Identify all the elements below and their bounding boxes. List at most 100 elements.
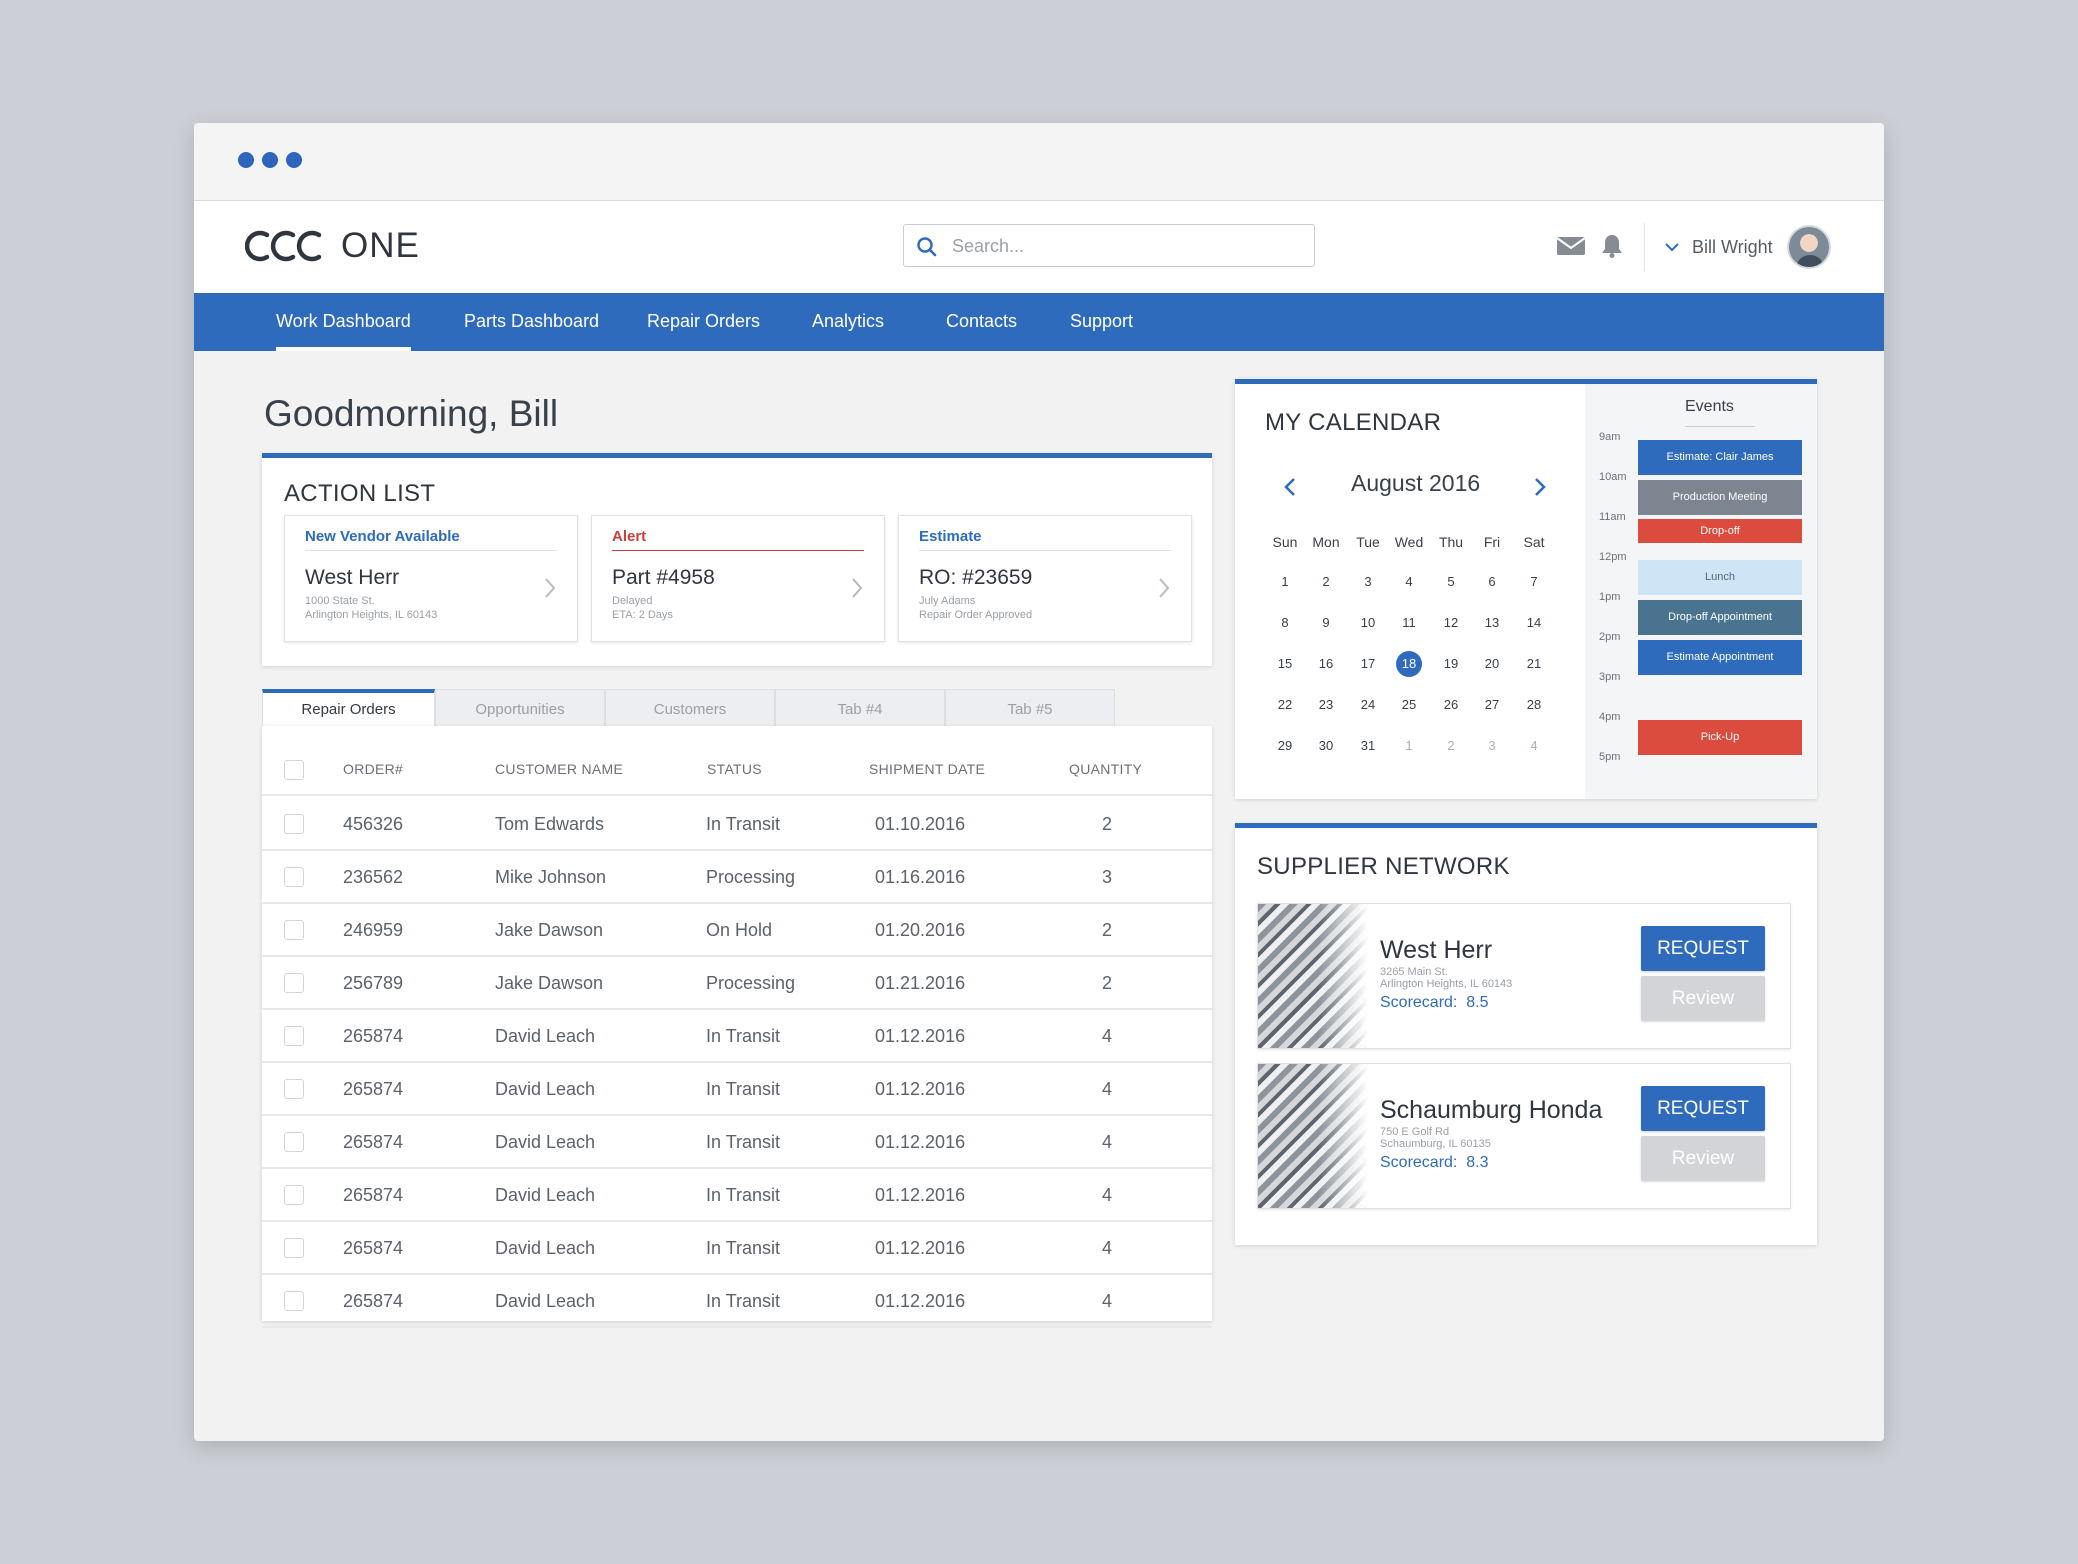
calendar-day[interactable]: 24 bbox=[1348, 697, 1388, 712]
request-button[interactable]: REQUEST bbox=[1641, 1086, 1765, 1131]
action-item-alert[interactable]: Alert Part #4958 Delayed ETA: 2 Days bbox=[591, 515, 885, 642]
calendar-event[interactable]: Estimate: Clair James bbox=[1638, 440, 1802, 475]
tab-repair-orders[interactable]: Repair Orders bbox=[262, 689, 435, 727]
chevron-left-icon[interactable] bbox=[1283, 476, 1297, 498]
nav-parts-dashboard[interactable]: Parts Dashboard bbox=[464, 293, 599, 351]
nav-analytics[interactable]: Analytics bbox=[812, 293, 884, 351]
calendar-day[interactable]: 11 bbox=[1389, 615, 1429, 630]
bell-icon[interactable] bbox=[1600, 233, 1624, 259]
table-row[interactable]: 456326 Tom Edwards In Transit 01.10.2016 2 bbox=[262, 798, 1212, 851]
logo[interactable]: ONE bbox=[245, 221, 420, 271]
action-item-vendor[interactable]: New Vendor Available West Herr 1000 Stat… bbox=[284, 515, 578, 642]
search-input[interactable] bbox=[952, 231, 1302, 261]
table-row[interactable]: 265874 David Leach In Transit 01.12.2016 4 bbox=[262, 1222, 1212, 1275]
window-dot-icon[interactable] bbox=[238, 152, 254, 168]
table-row[interactable]: 265874 David Leach In Transit 01.12.2016 4 bbox=[262, 1275, 1212, 1328]
calendar-day[interactable]: 28 bbox=[1514, 697, 1554, 712]
review-button[interactable]: Review bbox=[1641, 976, 1765, 1021]
window-dot-icon[interactable] bbox=[262, 152, 278, 168]
calendar-day[interactable]: 17 bbox=[1348, 656, 1388, 671]
calendar-day[interactable]: 7 bbox=[1514, 574, 1554, 589]
calendar-event[interactable]: Lunch bbox=[1638, 560, 1802, 595]
tab-opportunities[interactable]: Opportunities bbox=[435, 689, 605, 727]
calendar-event[interactable]: Drop-off Appointment bbox=[1638, 600, 1802, 635]
calendar-day[interactable]: 21 bbox=[1514, 656, 1554, 671]
calendar-day[interactable]: 4 bbox=[1389, 574, 1429, 589]
nav-contacts[interactable]: Contacts bbox=[946, 293, 1017, 351]
calendar-day[interactable]: 15 bbox=[1265, 656, 1305, 671]
row-checkbox[interactable] bbox=[284, 1079, 304, 1099]
calendar-day[interactable]: 25 bbox=[1389, 697, 1429, 712]
calendar-event[interactable]: Production Meeting bbox=[1638, 480, 1802, 515]
calendar-day[interactable]: 5 bbox=[1431, 574, 1471, 589]
nav-repair-orders[interactable]: Repair Orders bbox=[647, 293, 760, 351]
row-checkbox[interactable] bbox=[284, 1185, 304, 1205]
calendar-day[interactable]: 2 bbox=[1431, 738, 1471, 753]
calendar-day[interactable]: 31 bbox=[1348, 738, 1388, 753]
row-checkbox[interactable] bbox=[284, 1026, 304, 1046]
window-dot-icon[interactable] bbox=[286, 152, 302, 168]
row-checkbox[interactable] bbox=[284, 1291, 304, 1311]
calendar-day[interactable]: 22 bbox=[1265, 697, 1305, 712]
table-row[interactable]: 256789 Jake Dawson Processing 01.21.2016 2 bbox=[262, 957, 1212, 1010]
request-button[interactable]: REQUEST bbox=[1641, 926, 1765, 971]
calendar-day[interactable]: 12 bbox=[1431, 615, 1471, 630]
calendar-event[interactable]: Pick-Up bbox=[1638, 720, 1802, 755]
col-status[interactable]: STATUS bbox=[707, 761, 762, 777]
tab-5[interactable]: Tab #5 bbox=[945, 689, 1115, 727]
review-button[interactable]: Review bbox=[1641, 1136, 1765, 1181]
calendar-day[interactable]: 29 bbox=[1265, 738, 1305, 753]
table-row[interactable]: 246959 Jake Dawson On Hold 01.20.2016 2 bbox=[262, 904, 1212, 957]
row-checkbox[interactable] bbox=[284, 1132, 304, 1152]
calendar-day[interactable]: 26 bbox=[1431, 697, 1471, 712]
calendar-day[interactable]: 19 bbox=[1431, 656, 1471, 671]
row-checkbox[interactable] bbox=[284, 973, 304, 993]
table-row[interactable]: 265874 David Leach In Transit 01.12.2016 4 bbox=[262, 1010, 1212, 1063]
search-box[interactable] bbox=[903, 224, 1315, 267]
hour-label: 3pm bbox=[1599, 671, 1621, 683]
col-quantity[interactable]: QUANTITY bbox=[1069, 761, 1142, 777]
tab-4[interactable]: Tab #4 bbox=[775, 689, 945, 727]
col-shipment-date[interactable]: SHIPMENT DATE bbox=[869, 761, 985, 777]
table-row[interactable]: 265874 David Leach In Transit 01.12.2016 4 bbox=[262, 1169, 1212, 1222]
calendar-day[interactable]: 13 bbox=[1472, 615, 1512, 630]
calendar-day[interactable]: 20 bbox=[1472, 656, 1512, 671]
calendar-event[interactable]: Drop-off bbox=[1638, 519, 1802, 543]
table-row[interactable]: 236562 Mike Johnson Processing 01.16.2016 3 bbox=[262, 851, 1212, 904]
calendar-event[interactable]: Estimate Appointment bbox=[1638, 640, 1802, 675]
calendar-day[interactable]: 16 bbox=[1306, 656, 1346, 671]
calendar-day[interactable]: 14 bbox=[1514, 615, 1554, 630]
nav-work-dashboard[interactable]: Work Dashboard bbox=[276, 293, 411, 351]
calendar-day[interactable]: 9 bbox=[1306, 615, 1346, 630]
table-row[interactable]: 265874 David Leach In Transit 01.12.2016 4 bbox=[262, 1116, 1212, 1169]
calendar-day[interactable]: 27 bbox=[1472, 697, 1512, 712]
col-customer[interactable]: CUSTOMER NAME bbox=[495, 761, 623, 777]
calendar-day[interactable]: 23 bbox=[1306, 697, 1346, 712]
calendar-day[interactable]: 18 bbox=[1389, 656, 1429, 671]
select-all-checkbox[interactable] bbox=[284, 760, 304, 780]
col-order[interactable]: ORDER# bbox=[343, 761, 403, 777]
calendar-day[interactable]: 30 bbox=[1306, 738, 1346, 753]
table-row[interactable]: 265874 David Leach In Transit 01.12.2016 4 bbox=[262, 1063, 1212, 1116]
calendar-day[interactable]: 4 bbox=[1514, 738, 1554, 753]
mail-icon[interactable] bbox=[1556, 235, 1586, 257]
calendar-day[interactable]: 10 bbox=[1348, 615, 1388, 630]
nav-support[interactable]: Support bbox=[1070, 293, 1133, 351]
calendar-day[interactable]: 8 bbox=[1265, 615, 1305, 630]
tab-customers[interactable]: Customers bbox=[605, 689, 775, 727]
chevron-right-icon[interactable] bbox=[1533, 476, 1547, 498]
calendar-day[interactable]: 3 bbox=[1472, 738, 1512, 753]
avatar[interactable] bbox=[1786, 225, 1831, 269]
calendar-day[interactable]: 2 bbox=[1306, 574, 1346, 589]
calendar-day[interactable]: 6 bbox=[1472, 574, 1512, 589]
calendar-day[interactable]: 3 bbox=[1348, 574, 1388, 589]
action-item-estimate[interactable]: Estimate RO: #23659 July Adams Repair Ord… bbox=[898, 515, 1192, 642]
user-menu[interactable]: Bill Wright bbox=[1664, 225, 1831, 269]
calendar-day[interactable]: 1 bbox=[1389, 738, 1429, 753]
hour-label: 5pm bbox=[1599, 751, 1621, 763]
row-checkbox[interactable] bbox=[284, 920, 304, 940]
row-checkbox[interactable] bbox=[284, 1238, 304, 1258]
row-checkbox[interactable] bbox=[284, 867, 304, 887]
calendar-day[interactable]: 1 bbox=[1265, 574, 1305, 589]
row-checkbox[interactable] bbox=[284, 814, 304, 834]
